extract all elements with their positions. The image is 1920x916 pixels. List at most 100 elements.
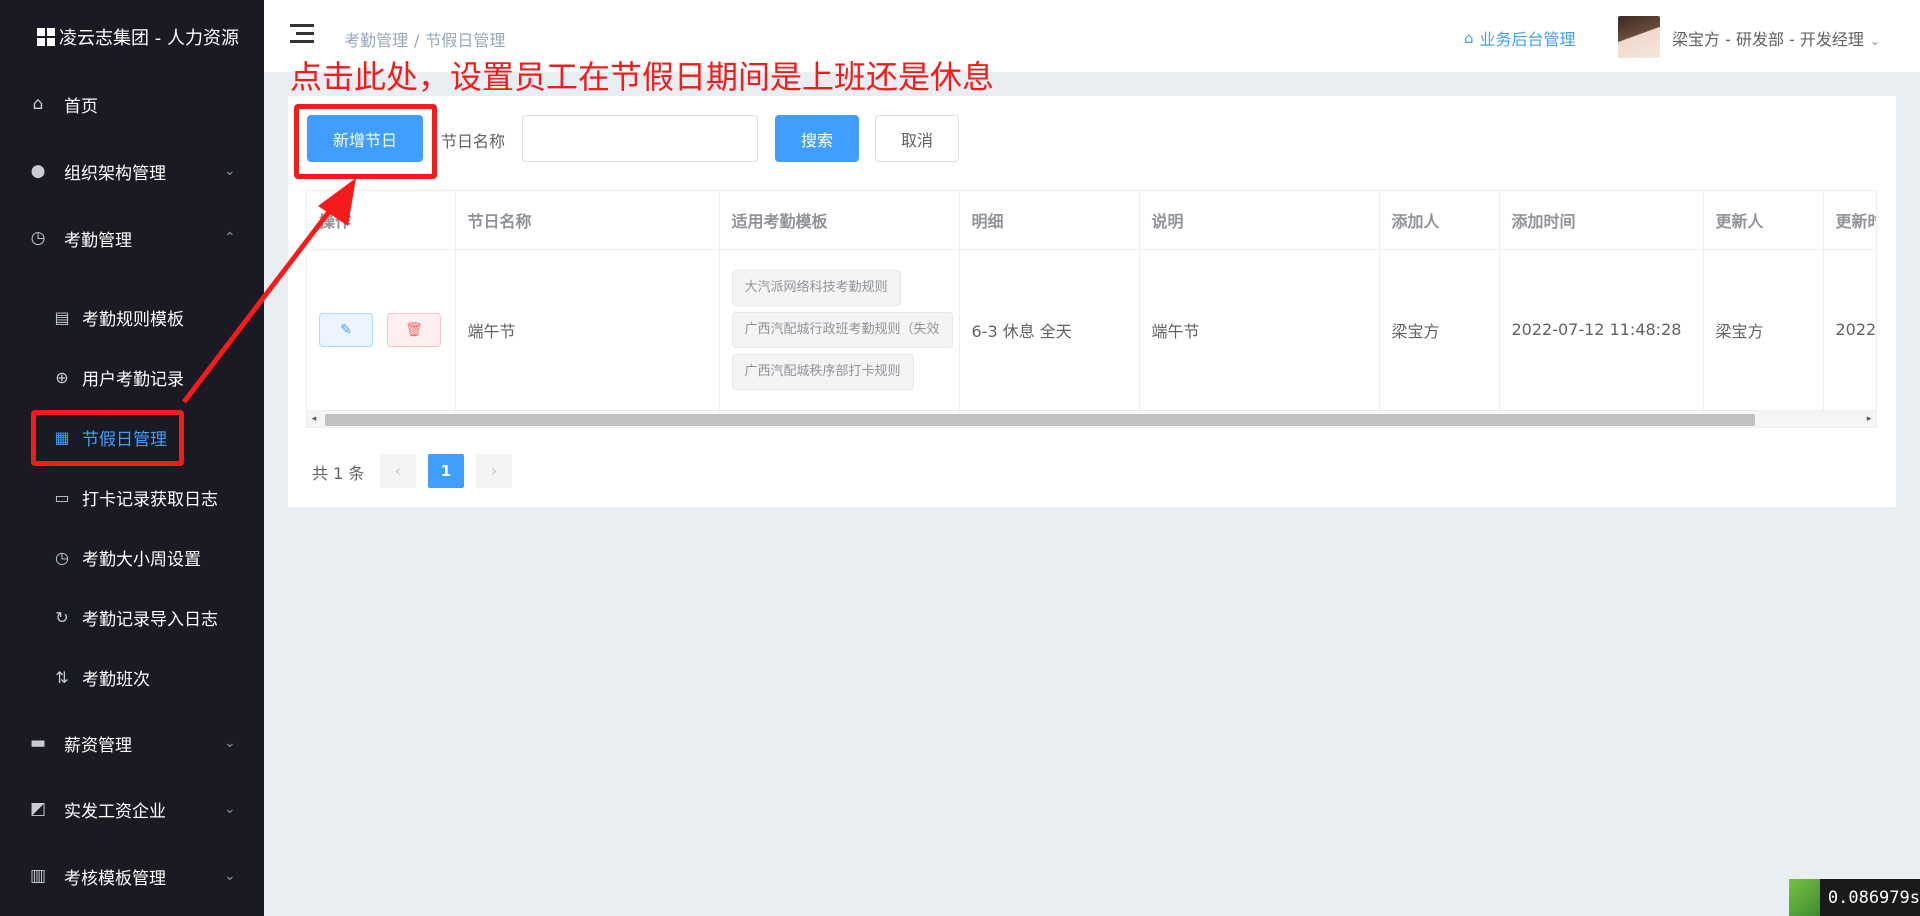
hamburger-menu-icon[interactable] <box>290 24 314 44</box>
submenu-item-import-log[interactable]: ↻ 考勤记录导入日志 <box>0 592 264 642</box>
submenu-label: 考勤记录导入日志 <box>82 609 218 630</box>
menu-label: 考核模板管理 <box>64 868 166 889</box>
menu-item-org[interactable]: ● 组织架构管理 ⌄ <box>0 143 264 199</box>
created-time-cell: 2022-07-12 11:48:28 <box>1499 249 1704 411</box>
template-tag: 广西汽配城行政班考勤规则（失效 <box>731 311 953 348</box>
column-header: 明细 <box>959 191 1140 250</box>
holiday-name-input[interactable] <box>522 115 758 162</box>
submenu-label: 考勤大小周设置 <box>82 549 201 570</box>
chevron-left-icon[interactable]: ‹ <box>380 454 416 488</box>
description-cell: 端午节 <box>1139 249 1380 411</box>
timer-badge: 0.086979s <box>1789 879 1920 916</box>
updated-time-cell: 2022- <box>1823 249 1876 411</box>
chevron-down-icon: ⌄ <box>224 868 236 884</box>
column-header: 操作 <box>307 191 456 250</box>
table-header-row: 操作 节日名称 适用考勤模板 明细 说明 添加人 添加时间 更新人 更新时间 <box>307 191 1876 250</box>
column-header: 适用考勤模板 <box>719 191 960 250</box>
submenu-item-week-setting[interactable]: ◷ 考勤大小周设置 <box>0 532 264 582</box>
holiday-name-cell: 端午节 <box>455 249 720 411</box>
chart-icon: ◩ <box>29 799 47 819</box>
chevron-down-icon: ⌄ <box>224 801 236 817</box>
menu-item-home[interactable]: ⌂ 首页 <box>0 76 264 132</box>
breadcrumb-separator: / <box>414 31 420 50</box>
column-header: 添加人 <box>1379 191 1500 250</box>
chevron-right-icon[interactable]: › <box>476 454 512 488</box>
breadcrumb-item[interactable]: 考勤管理 <box>344 31 408 50</box>
timer-value: 0.086979s <box>1827 887 1920 908</box>
biz-admin-link[interactable]: ⌂ 业务后台管理 <box>1464 26 1576 50</box>
scroll-left-icon[interactable]: ◂ <box>307 411 321 427</box>
user-dropdown[interactable]: 梁宝方 - 研发部 - 开发经理 ⌄ <box>1672 26 1880 50</box>
submenu-item-punch-log[interactable]: ▭ 打卡记录获取日志 <box>0 472 264 522</box>
menu-item-assessment[interactable]: ▥ 考核模板管理 ⌄ <box>0 848 264 904</box>
scrollbar-thumb[interactable] <box>325 414 1755 426</box>
submenu-label: 打卡记录获取日志 <box>82 489 218 510</box>
submenu-label: 考勤规则模板 <box>82 309 184 330</box>
horizontal-scrollbar[interactable]: ◂ ▸ <box>306 410 1877 428</box>
column-header: 更新人 <box>1703 191 1824 250</box>
holiday-table: 操作 节日名称 适用考勤模板 明细 说明 添加人 添加时间 更新人 更新时间 ✎… <box>306 190 1877 420</box>
sort-icon: ⇅ <box>55 667 69 687</box>
delete-icon[interactable]: 🗑 <box>387 312 441 347</box>
column-header: 添加时间 <box>1499 191 1704 250</box>
pagination-total: 共 1 条 <box>312 464 365 483</box>
menu-item-payroll-company[interactable]: ◩ 实发工资企业 ⌄ <box>0 781 264 837</box>
scroll-right-icon[interactable]: ▸ <box>1862 411 1876 427</box>
book-icon: ▥ <box>29 866 47 886</box>
menu-item-attendance[interactable]: ◷ 考勤管理 ⌃ <box>0 210 264 266</box>
brand[interactable]: 凌云志集团 - 人力资源 <box>37 24 239 50</box>
edit-icon[interactable]: ✎ <box>319 312 373 347</box>
clock-icon: ◷ <box>55 547 69 567</box>
menu-item-salary[interactable]: ▬ 薪资管理 ⌄ <box>0 715 264 771</box>
clock-icon: ◷ <box>30 228 46 248</box>
column-header: 更新时间 <box>1823 191 1876 250</box>
home-icon: ⌂ <box>1464 29 1474 47</box>
document-icon: ▭ <box>54 487 70 507</box>
breadcrumb: 考勤管理 / 节假日管理 <box>344 27 505 51</box>
submenu-item-user-records[interactable]: ⊕ 用户考勤记录 <box>0 352 264 402</box>
biz-admin-label: 业务后台管理 <box>1479 30 1576 49</box>
refresh-icon: ↻ <box>55 607 69 627</box>
cancel-button[interactable]: 取消 <box>875 115 959 162</box>
template-tag: 广西汽配城秩序部打卡规则 <box>731 353 914 390</box>
operations-cell: ✎ 🗑 <box>307 249 456 411</box>
search-button[interactable]: 搜索 <box>775 115 859 162</box>
brand-title: 凌云志集团 - 人力资源 <box>59 28 239 49</box>
menu-label: 组织架构管理 <box>64 163 166 184</box>
chevron-down-icon: ⌄ <box>224 163 236 179</box>
annotation-box-add-button <box>294 104 437 179</box>
user-name: 梁宝方 - 研发部 - 开发经理 <box>1672 30 1864 49</box>
menu-label: 薪资管理 <box>64 735 132 756</box>
column-header: 节日名称 <box>455 191 720 250</box>
table-row: ✎ 🗑 端午节 大汽派网络科技考勤规则 广西汽配城行政班考勤规则（失效 广西汽配城… <box>307 249 1876 411</box>
updater-cell: 梁宝方 <box>1703 249 1824 411</box>
page-number-button[interactable]: 1 <box>428 454 464 488</box>
wallet-icon: ▬ <box>29 733 47 753</box>
chevron-down-icon: ⌄ <box>224 735 236 751</box>
chevron-down-icon: ⌄ <box>1869 34 1880 48</box>
user-icon: ● <box>30 161 46 181</box>
grid-logo-icon <box>37 28 55 46</box>
form-icon: ▤ <box>54 307 70 327</box>
avatar[interactable] <box>1618 16 1660 58</box>
search-label: 节日名称 <box>441 132 506 151</box>
column-header: 说明 <box>1139 191 1380 250</box>
template-tag: 大汽派网络科技考勤规则 <box>731 269 901 306</box>
detail-cell: 6-3 休息 全天 <box>959 249 1140 411</box>
submenu-label: 考勤班次 <box>82 669 150 690</box>
submenu-item-shifts[interactable]: ⇅ 考勤班次 <box>0 652 264 702</box>
home-icon: ⌂ <box>32 94 44 114</box>
content-card: 新增节日 节日名称 搜索 取消 操作 节日名称 适用考勤模板 明细 说明 添加人… <box>288 96 1896 507</box>
annotation-text: 点击此处，设置员工在节假日期间是上班还是休息 <box>290 58 995 96</box>
templates-cell: 大汽派网络科技考勤规则 广西汽配城行政班考勤规则（失效 广西汽配城秩序部打卡规则 <box>719 249 960 411</box>
leaf-logo-icon <box>1789 879 1820 916</box>
submenu-label: 用户考勤记录 <box>82 369 184 390</box>
submenu-item-rule-template[interactable]: ▤ 考勤规则模板 <box>0 292 264 342</box>
menu-label: 考勤管理 <box>64 230 132 251</box>
menu-label: 首页 <box>64 96 98 117</box>
menu-label: 实发工资企业 <box>64 801 166 822</box>
compass-icon: ⊕ <box>55 367 69 387</box>
chevron-up-icon: ⌃ <box>224 230 236 246</box>
creator-cell: 梁宝方 <box>1379 249 1500 411</box>
breadcrumb-item-current: 节假日管理 <box>425 31 506 50</box>
